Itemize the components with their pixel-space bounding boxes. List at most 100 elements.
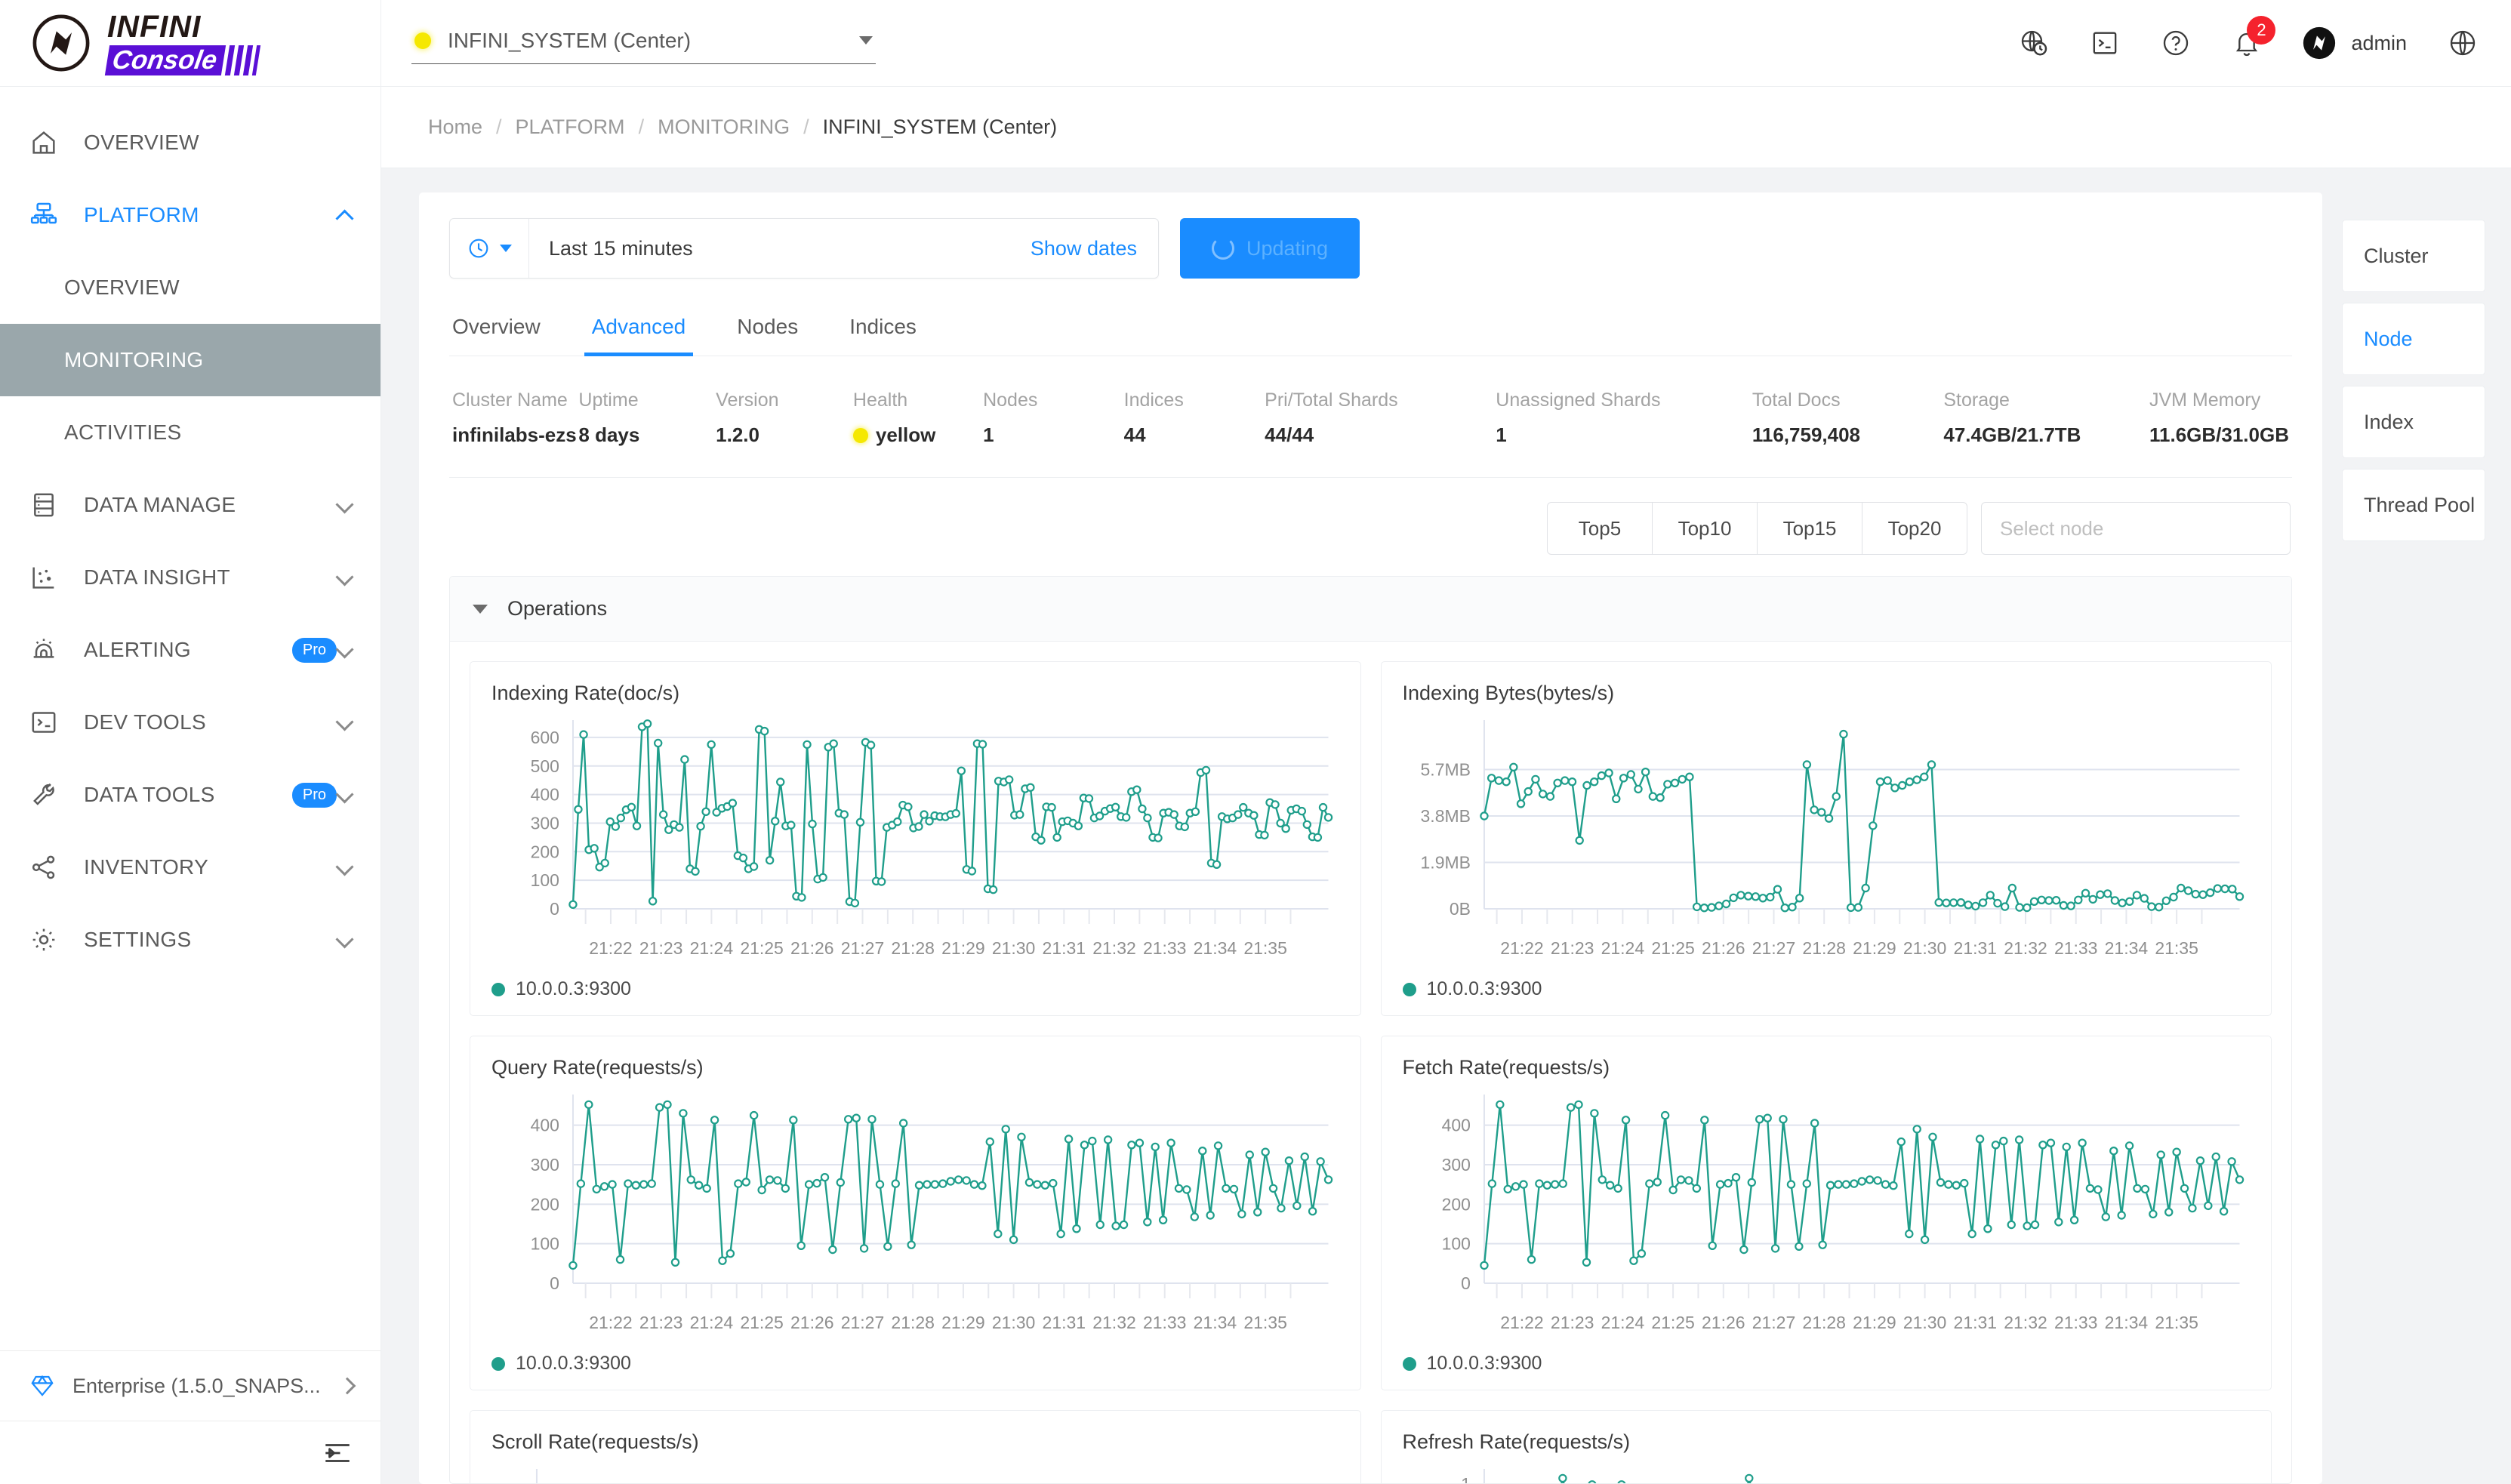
stat-value: 44/44 xyxy=(1265,423,1314,446)
health-status-text: yellow xyxy=(875,423,936,446)
chevron-down-icon xyxy=(337,859,353,876)
wrench-icon xyxy=(29,780,59,810)
sidebar-nav: OVERVIEW PLATFORM OVERVIEW MONITORING AC… xyxy=(0,87,381,1350)
svg-text:21:28: 21:28 xyxy=(891,1313,935,1332)
stat-value: 1.2.0 xyxy=(716,423,759,446)
svg-text:21:24: 21:24 xyxy=(1601,938,1644,958)
chevron-right-icon xyxy=(338,1377,356,1395)
chart-title: Refresh Rate(requests/s) xyxy=(1402,1430,1631,1453)
svg-text:21:31: 21:31 xyxy=(1953,1313,1997,1332)
chevron-up-icon xyxy=(337,207,353,223)
svg-text:1: 1 xyxy=(1461,1474,1471,1483)
svg-text:21:23: 21:23 xyxy=(1550,1313,1594,1332)
svg-text:21:27: 21:27 xyxy=(1752,1313,1795,1332)
topn-button-top10[interactable]: Top10 xyxy=(1652,502,1758,555)
gear-icon xyxy=(29,925,59,955)
platform-icon xyxy=(29,200,59,230)
home-icon xyxy=(29,128,59,158)
rail-button-index[interactable]: Index xyxy=(2342,386,2485,458)
topn-button-top15[interactable]: Top15 xyxy=(1757,502,1862,555)
show-dates-button[interactable]: Show dates xyxy=(1031,237,1158,260)
language-icon[interactable] xyxy=(2448,28,2478,58)
health-status-dot-icon xyxy=(852,427,868,443)
sidebar-item-data-tools[interactable]: DATA TOOLS Pro xyxy=(0,759,381,831)
svg-text:21:31: 21:31 xyxy=(1953,938,1997,958)
stat-label: Version xyxy=(716,389,779,411)
chart-plot: 0 100 200 300 400 21:22 21:23 21:24 21:25 21:26 21… xyxy=(491,1084,1339,1348)
enterprise-license-row[interactable]: Enterprise (1.5.0_SNAPS... xyxy=(0,1351,381,1421)
svg-text:21:30: 21:30 xyxy=(1903,1313,1946,1332)
chart-legend: 10.0.0.3:9300 xyxy=(1402,1348,2251,1375)
rail-button-thread-pool[interactable]: Thread Pool xyxy=(2342,469,2485,541)
stat-value: 8 days xyxy=(578,423,640,446)
svg-text:21:34: 21:34 xyxy=(1194,938,1237,958)
tab-nodes[interactable]: Nodes xyxy=(711,309,824,356)
monitoring-panel: Last 15 minutes Show dates Updating Over… xyxy=(419,192,2322,1484)
sidebar-item-dev-tools[interactable]: DEV TOOLS xyxy=(0,686,381,759)
topn-button-top5[interactable]: Top5 xyxy=(1547,502,1653,555)
sidebar-subitem-activities[interactable]: ACTIVITIES xyxy=(0,396,381,469)
sidebar-subitem-overview[interactable]: OVERVIEW xyxy=(0,251,381,324)
sidebar-subitem-monitoring[interactable]: MONITORING xyxy=(0,324,381,396)
collapse-sidebar-icon[interactable] xyxy=(322,1437,353,1469)
update-button[interactable]: Updating xyxy=(1180,218,1360,279)
avatar xyxy=(2303,26,2336,60)
user-menu[interactable]: admin xyxy=(2303,26,2407,60)
sidebar-item-data-manage[interactable]: DATA MANAGE xyxy=(0,469,381,541)
node-select-input[interactable]: Select node xyxy=(1981,502,2291,555)
svg-text:100: 100 xyxy=(1441,1234,1470,1254)
svg-text:21:29: 21:29 xyxy=(1853,938,1896,958)
breadcrumb-item-platform[interactable]: PLATFORM xyxy=(516,115,625,139)
tab-overview[interactable]: Overview xyxy=(452,309,566,356)
tab-advanced[interactable]: Advanced xyxy=(566,309,712,356)
globe-clock-icon[interactable] xyxy=(2019,28,2049,58)
sidebar-item-label: INVENTORY xyxy=(84,855,209,879)
breadcrumb-item-home[interactable]: Home xyxy=(428,115,482,139)
app-logo[interactable]: INFINI Console xyxy=(0,0,381,86)
svg-text:21:31: 21:31 xyxy=(1043,1313,1086,1332)
tab-indices[interactable]: Indices xyxy=(824,309,942,356)
svg-text:21:26: 21:26 xyxy=(790,1313,834,1332)
sidebar-item-data-insight[interactable]: DATA INSIGHT xyxy=(0,541,381,614)
stat-value: 44 xyxy=(1123,423,1146,446)
time-quick-menu-button[interactable] xyxy=(450,219,529,278)
svg-text:21:28: 21:28 xyxy=(1802,938,1846,958)
svg-text:21:32: 21:32 xyxy=(2004,1313,2047,1332)
update-button-label: Updating xyxy=(1246,236,1329,260)
breadcrumb-separator: / xyxy=(638,115,645,138)
operations-panel-header[interactable]: Operations xyxy=(450,577,2291,642)
svg-text:21:28: 21:28 xyxy=(891,938,935,958)
chart-plot: 0 100 200 300 400 500 600 21:22 21:23 21:24 21:25 2… xyxy=(491,710,1339,974)
svg-text:0B: 0B xyxy=(1449,899,1470,919)
svg-text:21:31: 21:31 xyxy=(1043,938,1086,958)
breadcrumb-item-monitoring[interactable]: MONITORING xyxy=(658,115,790,139)
stat-value: 47.4GB/21.7TB xyxy=(1943,423,2081,446)
stat-total-docs: Total Docs 116,759,408 xyxy=(1752,389,1944,447)
svg-text:21:35: 21:35 xyxy=(1243,1313,1287,1332)
cluster-selector[interactable]: INFINI_SYSTEM (Center) xyxy=(411,23,876,64)
rail-button-node[interactable]: Node xyxy=(2342,303,2485,375)
stat-label: Storage xyxy=(1943,389,2010,411)
chevron-down-icon xyxy=(337,569,353,586)
sidebar-item-platform[interactable]: PLATFORM xyxy=(0,179,381,251)
sidebar-item-inventory[interactable]: INVENTORY xyxy=(0,831,381,904)
time-range-value: Last 15 minutes xyxy=(549,236,693,260)
chart-card: Indexing Rate(doc/s) 0 100 200 300 400 500 600 2… xyxy=(470,661,1361,1016)
topn-button-top20[interactable]: Top20 xyxy=(1862,502,1967,555)
svg-text:21:23: 21:23 xyxy=(639,1313,683,1332)
stat-label: Indices xyxy=(1123,389,1184,411)
legend-dot-icon xyxy=(491,1356,505,1371)
sidebar-item-alerting[interactable]: ALERTING Pro xyxy=(0,614,381,686)
scope-rail: Cluster Node Index Thread Pool xyxy=(2342,192,2485,1484)
console-icon[interactable] xyxy=(2090,28,2120,58)
help-icon[interactable] xyxy=(2161,28,2191,58)
sidebar-item-settings[interactable]: SETTINGS xyxy=(0,904,381,976)
rail-button-cluster[interactable]: Cluster xyxy=(2342,220,2485,292)
svg-text:21:22: 21:22 xyxy=(589,938,633,958)
svg-text:21:22: 21:22 xyxy=(589,1313,633,1332)
bell-icon[interactable]: 2 xyxy=(2232,16,2276,58)
legend-dot-icon xyxy=(1402,1356,1416,1371)
alarm-icon xyxy=(29,635,59,665)
time-range-input[interactable]: Last 15 minutes Show dates xyxy=(449,218,1159,279)
sidebar-item-overview[interactable]: OVERVIEW xyxy=(0,106,381,179)
